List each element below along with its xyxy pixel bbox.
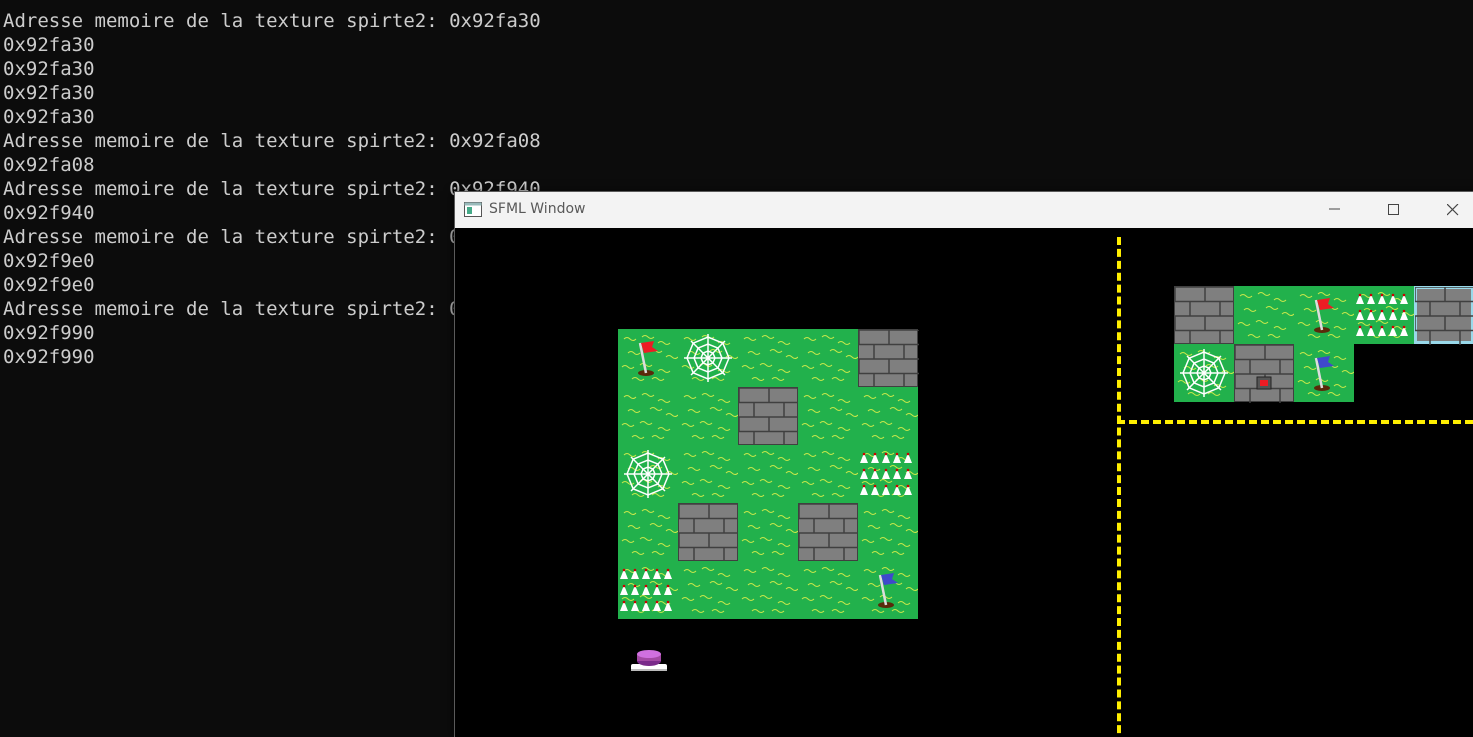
spikes-icon [1356,292,1414,338]
grass-tile[interactable] [798,329,858,387]
grass-tile[interactable] [678,387,738,445]
game-canvas[interactable] [455,228,1473,737]
wall-icon [679,504,739,562]
console-line: 0x92fa30 [3,106,95,128]
close-button[interactable] [1424,192,1473,228]
grass-tile[interactable] [738,561,798,619]
grass-icon [621,509,678,555]
spikes-tile[interactable] [858,445,918,503]
wall-icon [1415,287,1473,345]
grass-icon [621,393,678,439]
grass-icon [801,335,858,381]
window-titlebar[interactable]: SFML Window [455,192,1473,229]
wall-tile[interactable] [858,329,919,388]
red-flag-tile[interactable] [618,329,678,387]
grass-icon [801,393,858,439]
spider-web-icon [1177,349,1234,397]
red-flag-tile[interactable] [1294,286,1354,344]
blue-flag-tile[interactable] [858,561,918,619]
sfml-window[interactable]: SFML Window [454,191,1473,737]
wall-button-icon [1235,345,1295,403]
maximize-icon [1388,204,1399,215]
grass-icon [801,567,858,613]
grass-icon [681,451,738,497]
close-icon [1447,204,1459,216]
grass-icon [741,567,798,613]
blue-flag-tile[interactable] [1294,344,1354,402]
minimize-button[interactable] [1306,192,1364,228]
wall-button-tile[interactable] [1234,344,1295,403]
grass-tile[interactable] [618,387,678,445]
wall-icon [739,388,799,446]
push-button-icon[interactable] [629,646,669,674]
blue-flag-icon [1297,350,1354,396]
grass-tile[interactable] [1234,286,1294,344]
console-line: 0x92fa30 [3,58,95,80]
spider-web-tile[interactable] [618,445,678,503]
grass-icon [681,567,738,613]
guide-line-vertical [1117,237,1121,737]
minimize-icon [1329,208,1340,210]
spikes-tile[interactable] [1354,286,1414,344]
console-line: Adresse memoire de la texture spirte2: 0… [3,130,541,152]
grass-icon [861,393,918,439]
grass-icon [861,509,918,555]
maximize-button[interactable] [1365,192,1423,228]
blue-flag-icon [861,567,918,613]
wall-tile[interactable] [678,503,739,562]
wall-tile[interactable] [1174,286,1235,345]
wall-icon [1175,287,1235,345]
spider-web-tile[interactable] [1174,344,1234,402]
app-icon [464,202,482,217]
wall-tile[interactable] [738,387,799,446]
grass-tile[interactable] [738,329,798,387]
console-line: 0x92fa08 [3,154,95,176]
grass-icon [741,335,798,381]
wall-icon [799,504,859,562]
grass-tile[interactable] [738,445,798,503]
guide-line-horizontal [1117,420,1473,424]
grass-tile[interactable] [678,561,738,619]
tile-palette[interactable] [1174,286,1473,403]
grass-icon [741,451,798,497]
console-line: 0x92fa30 [3,82,95,104]
wall-icon [859,330,919,388]
console-line: 0x92fa30 [3,34,95,56]
grass-tile[interactable] [858,387,918,445]
red-flag-icon [1297,292,1354,338]
spikes-tile[interactable] [618,561,678,619]
window-title: SFML Window [489,201,586,217]
wall-tile[interactable] [798,503,859,562]
grass-tile[interactable] [618,503,678,561]
spider-web-icon [681,334,738,382]
game-board[interactable] [618,329,919,619]
grass-tile[interactable] [678,445,738,503]
spider-web-tile[interactable] [678,329,738,387]
grass-icon [801,451,858,497]
spikes-icon [620,567,678,613]
wall-tile[interactable] [1414,286,1473,345]
grass-tile[interactable] [798,445,858,503]
grass-tile[interactable] [738,503,798,561]
grass-icon [1237,292,1294,338]
grass-tile[interactable] [798,561,858,619]
spider-web-icon [621,450,678,498]
console-line: Adresse memoire de la texture spirte2: 0… [3,10,541,32]
spikes-icon [860,451,918,497]
red-flag-icon [621,335,678,381]
grass-icon [741,509,798,555]
grass-tile[interactable] [858,503,918,561]
grass-tile[interactable] [798,387,858,445]
grass-icon [681,393,738,439]
